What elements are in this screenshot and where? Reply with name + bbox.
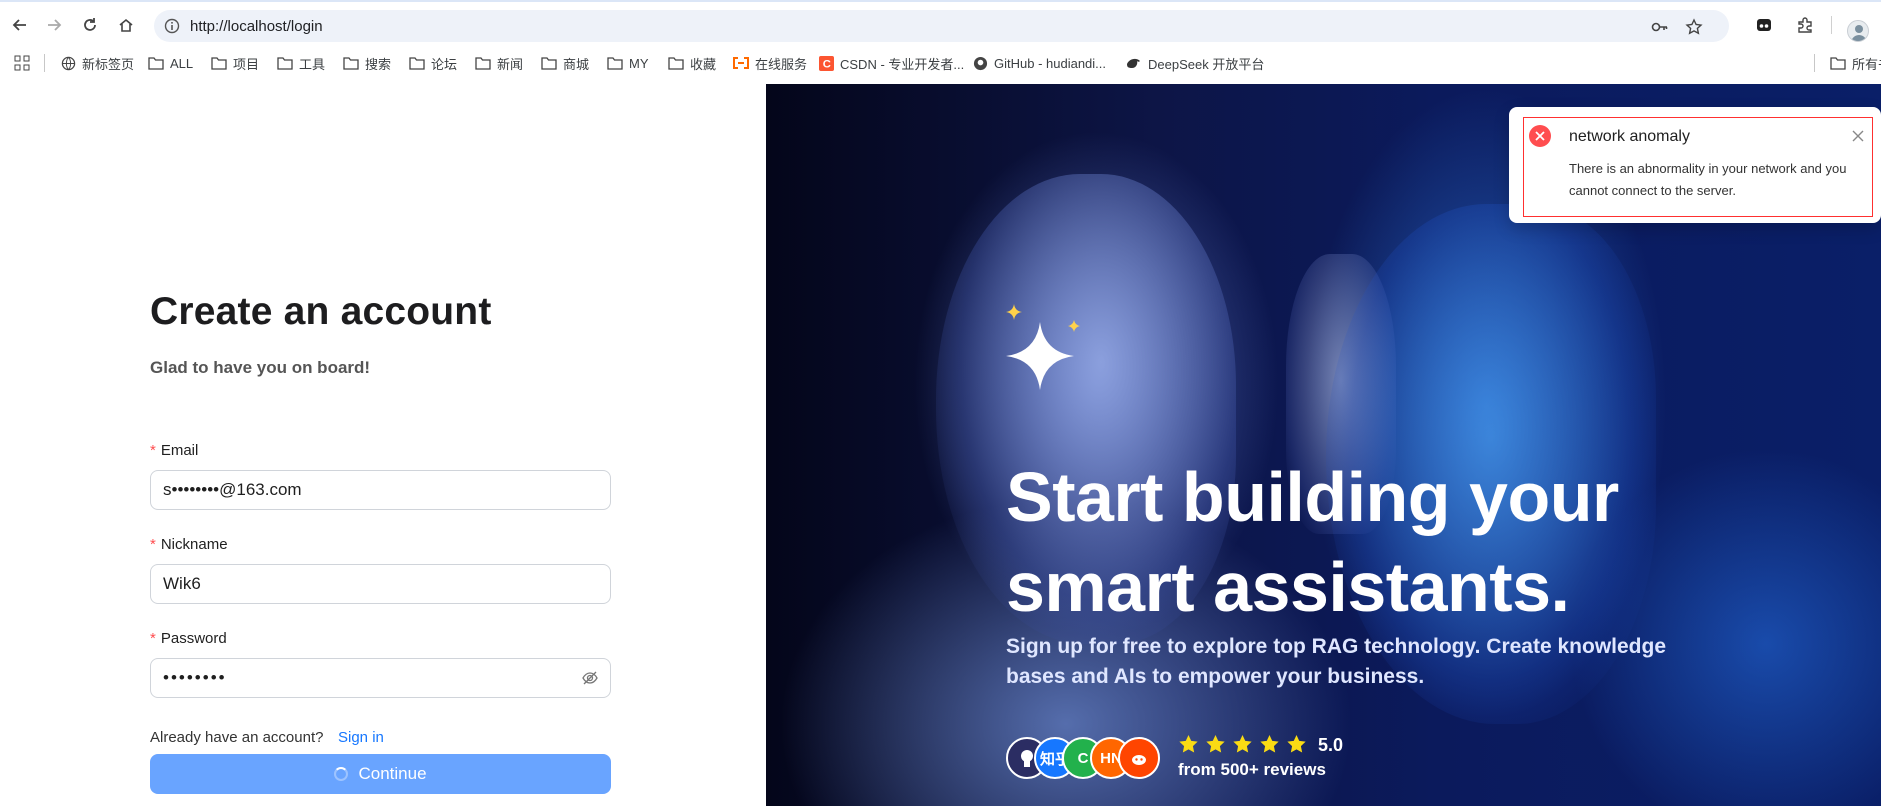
nickname-label: * Nickname [150,536,228,553]
required-mark: * [150,442,156,459]
required-mark: * [150,536,156,553]
address-bar[interactable]: http://localhost/login [154,10,1729,42]
bookmark-folder-news[interactable]: 新闻 [475,53,523,73]
forward-icon[interactable] [42,13,66,37]
folder-icon [409,57,425,70]
extensions-puzzle-icon[interactable] [1793,13,1817,37]
reload-icon[interactable] [78,13,102,37]
loading-spinner-icon [334,767,349,781]
close-icon[interactable] [1851,129,1865,143]
browser-toolbar: http://localhost/login 新标签页 ALL 项目 工具 搜索… [0,0,1881,84]
site-info-icon[interactable] [164,18,180,34]
bookmark-folder-projects[interactable]: 项目 [211,53,259,73]
reddit-logo-icon [1118,737,1160,779]
star-icon [1260,735,1279,753]
rating-stars [1178,734,1307,755]
tab-accent-line [0,0,1881,2]
password-field[interactable]: •••••••• [150,658,611,698]
folder-icon [277,57,293,70]
page-title: Create an account [150,290,492,333]
notification-message: There is an abnormality in your network … [1569,161,1847,198]
page-subtitle: Glad to have you on board! [150,358,371,377]
folder-icon [475,57,491,70]
bookmarks-bar: 新标签页 ALL 项目 工具 搜索 论坛 新闻 商城 MY 收藏 在线服务 C … [0,50,1881,76]
signup-panel: Create an account Glad to have you on bo… [0,84,766,806]
bookmark-folder-shop[interactable]: 商城 [541,53,589,73]
email-label: * Email [150,442,199,459]
aliyun-icon [733,57,749,69]
bookmark-folder-favorites[interactable]: 收藏 [668,53,716,73]
github-icon [973,56,988,70]
folder-icon [211,57,227,70]
eye-invisible-icon[interactable] [581,669,599,687]
password-key-icon[interactable] [1651,18,1669,36]
navigation-row: http://localhost/login [0,8,1881,42]
toolbar-divider [1831,16,1832,34]
bookmark-separator [44,54,45,72]
hero-subtitle: Sign up for free to explore top RAG tech… [1006,635,1667,688]
url-text[interactable]: http://localhost/login [190,18,323,35]
extension-icon[interactable] [1752,13,1776,37]
review-count: from 500+ reviews [1178,760,1326,779]
bookmark-folder-tools[interactable]: 工具 [277,53,325,73]
bookmark-online-service[interactable]: 在线服务 [733,53,807,73]
home-icon[interactable] [114,13,138,37]
folder-icon [343,57,359,70]
error-notification: network anomaly There is an abnormality … [1509,107,1881,223]
star-icon [1206,735,1225,753]
nickname-field[interactable]: Wik6 [150,564,611,604]
sparkle-icon [1006,304,1080,390]
folder-icon [668,57,684,70]
svg-text:C: C [823,58,831,70]
back-icon[interactable] [8,13,32,37]
star-icon [1233,735,1252,753]
bookmark-folder-my[interactable]: MY [607,53,649,73]
deepseek-whale-icon [1127,58,1140,68]
bookmark-new-tab[interactable]: 新标签页 [61,53,134,73]
already-account-text: Already have an account? [150,729,324,746]
continue-button[interactable]: Continue [150,754,611,794]
continue-label: Continue [358,764,427,783]
email-field[interactable]: s••••••••@163.com [150,470,611,510]
required-mark: * [150,630,156,647]
csdn-icon: C [819,55,834,71]
folder-icon [607,57,623,70]
folder-icon [148,57,164,70]
signin-link[interactable]: Sign in [338,729,384,746]
profile-avatar[interactable] [1847,20,1869,42]
bookmark-separator [1814,54,1815,72]
bookmark-folder-all[interactable]: ALL [148,53,193,73]
bookmark-deepseek[interactable]: DeepSeek 开放平台 [1126,53,1264,73]
bookmark-all-folder[interactable]: 所有书 [1830,53,1881,73]
bookmark-folder-forum[interactable]: 论坛 [409,53,457,73]
folder-icon [1830,57,1846,70]
bookmark-github[interactable]: GitHub - hudiandi... [973,53,1106,73]
bookmark-folder-search[interactable]: 搜索 [343,53,391,73]
folder-icon [541,57,557,70]
globe-icon [61,56,76,70]
hero-title: Start building your smart assistants. [1006,458,1619,626]
notification-title: network anomaly [1569,128,1690,145]
bookmark-star-icon[interactable] [1685,18,1703,36]
star-icon [1287,735,1306,753]
star-icon [1179,735,1198,753]
error-close-circle-icon [1529,125,1551,147]
apps-grid-icon[interactable] [14,53,30,73]
password-label: * Password [150,630,227,647]
bookmark-csdn[interactable]: C CSDN - 专业开发者... [819,53,964,73]
rating-value: 5.0 [1318,735,1344,755]
